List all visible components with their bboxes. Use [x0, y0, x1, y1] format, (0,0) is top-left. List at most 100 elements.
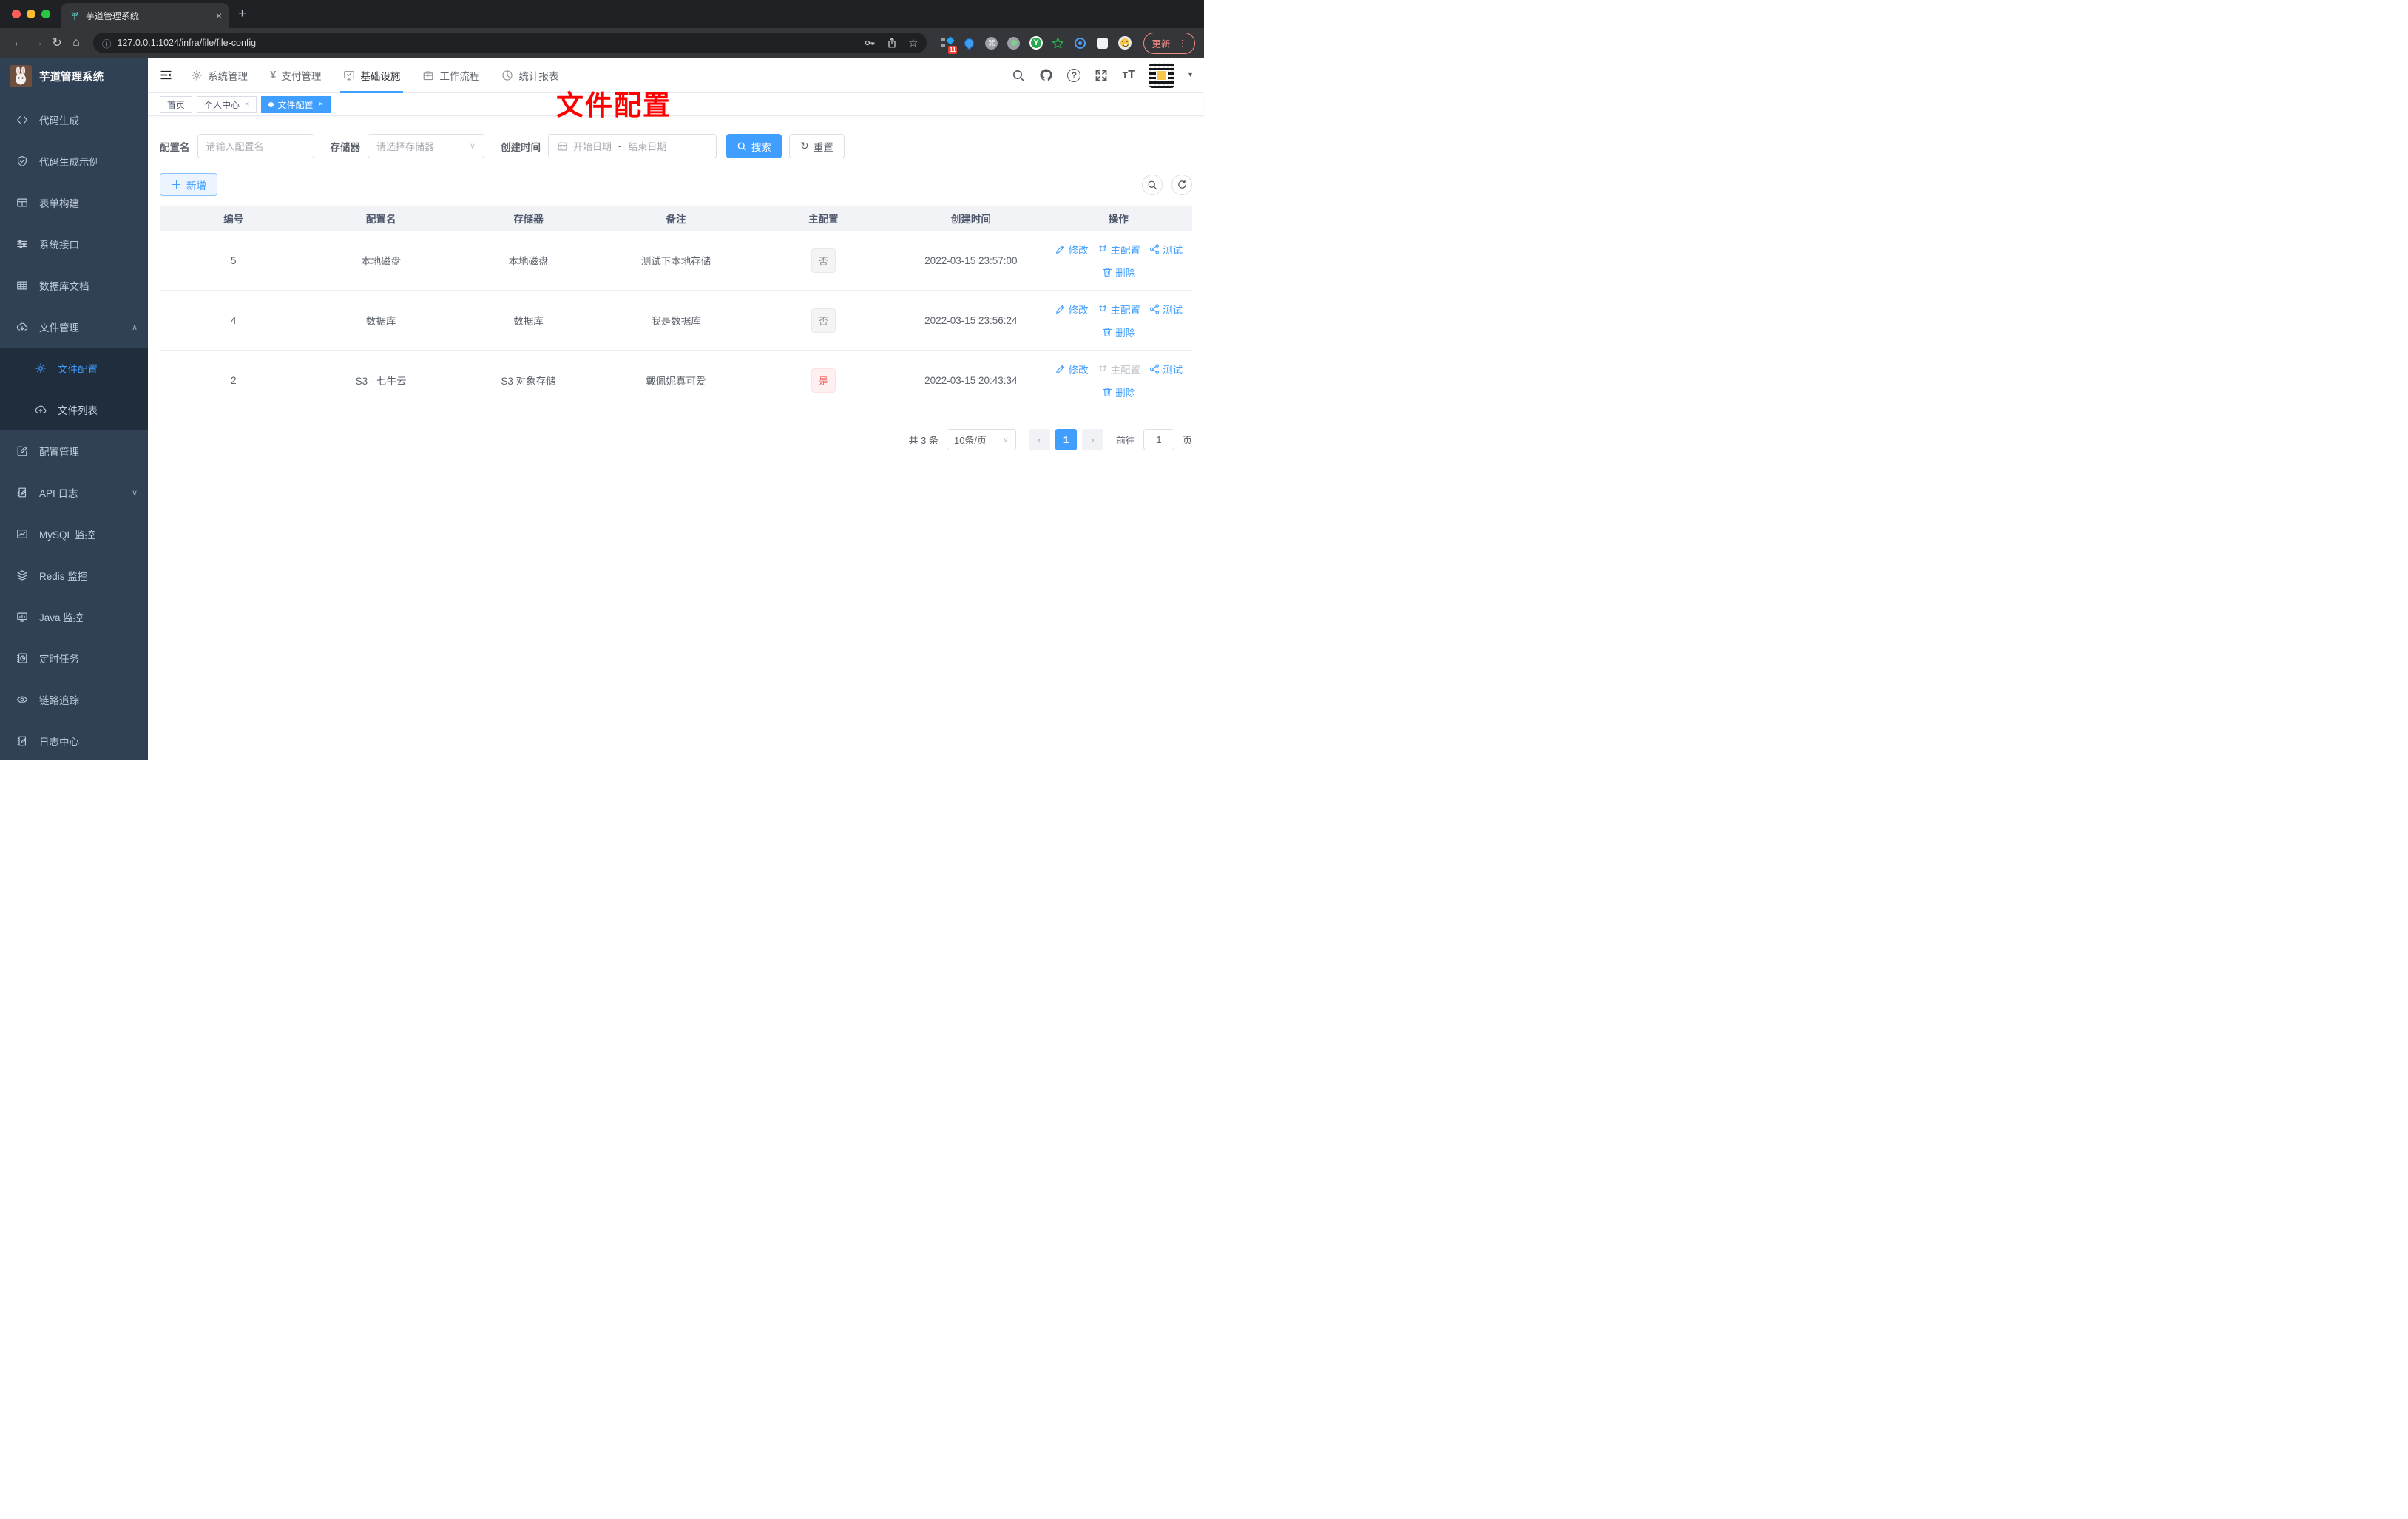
sidebar-item-mysql-monitor[interactable]: MySQL 监控 — [0, 513, 148, 555]
profile-avatar-icon[interactable] — [1117, 36, 1132, 50]
github-icon[interactable] — [1039, 68, 1053, 82]
close-window-button[interactable] — [12, 10, 21, 18]
font-size-icon[interactable]: тT — [1122, 69, 1135, 82]
edit-link[interactable]: 修改 — [1055, 362, 1089, 376]
forward-icon[interactable]: → — [28, 36, 47, 50]
edit-link[interactable]: 修改 — [1055, 302, 1089, 317]
refresh-table-button[interactable] — [1171, 174, 1192, 195]
password-key-icon[interactable] — [864, 37, 876, 49]
top-nav-infra[interactable]: 基础设施 — [332, 58, 411, 93]
bookmark-star-icon[interactable]: ☆ — [908, 36, 918, 50]
help-icon[interactable]: ? — [1067, 68, 1081, 82]
storage-select[interactable]: 请选择存储器 ∨ — [368, 134, 484, 158]
extension-command-icon[interactable]: ⌘ — [984, 36, 998, 50]
sidebar-item-db-doc[interactable]: 数据库文档 — [0, 265, 148, 306]
site-info-icon[interactable]: ⓘ — [102, 36, 112, 50]
fullscreen-icon[interactable] — [1095, 69, 1108, 82]
browser-tab[interactable]: 芋道管理系统 × — [61, 3, 229, 28]
search-icon[interactable] — [1012, 69, 1025, 82]
sidebar-item-code-gen[interactable]: 代码生成 — [0, 99, 148, 141]
tag-view-item[interactable]: 个人中心 × — [197, 95, 257, 113]
sidebar-item-file-list[interactable]: 文件列表 — [0, 389, 148, 430]
reload-icon[interactable]: ↻ — [47, 35, 67, 50]
share-alt-icon — [1149, 303, 1160, 315]
app-title: 芋道管理系统 — [39, 71, 104, 84]
tab-close-icon[interactable]: × — [216, 10, 222, 21]
config-name-input[interactable]: 请输入配置名 — [197, 134, 314, 158]
sidebar-menu: 代码生成 代码生成示例 表单构建 系统接口 数据库文档 文件管理 ∧ 文件配置文件列表配置管理… — [0, 95, 148, 762]
collapse-sidebar-icon[interactable] — [160, 69, 172, 81]
qr-avatar[interactable] — [1149, 62, 1174, 88]
tag-label: 文件配置 — [277, 99, 314, 110]
reset-button[interactable]: ↻ 重置 — [789, 134, 845, 158]
test-link[interactable]: 测试 — [1149, 242, 1183, 257]
sidebar-item-file-config[interactable]: 文件配置 — [0, 348, 148, 389]
cell-id: 2 — [230, 374, 237, 386]
delete-link[interactable]: 删除 — [1101, 325, 1135, 339]
delete-link[interactable]: 删除 — [1101, 385, 1135, 399]
tag-close-icon[interactable]: × — [318, 100, 322, 109]
search-button[interactable]: 搜索 — [726, 134, 782, 158]
sidebar-item-label: 文件列表 — [58, 405, 98, 416]
current-page-button[interactable]: 1 — [1055, 429, 1077, 450]
tag-view-item[interactable]: 首页 — [160, 95, 193, 113]
sidebar-item-job[interactable]: 定时任务 — [0, 637, 148, 679]
pagination: 共 3 条 10条/页 ∨ ‹ 1 › 前往 1 页 — [160, 429, 1192, 450]
browser-menu-icon[interactable]: ⋮ — [1178, 38, 1188, 49]
column-header: 配置名 — [365, 214, 396, 225]
form-icon — [16, 197, 28, 209]
sidebar-item-tracer[interactable]: 链路追踪 — [0, 679, 148, 720]
tag-close-icon[interactable]: × — [245, 100, 249, 109]
back-icon[interactable]: ← — [9, 36, 28, 50]
url-text: 127.0.0.1:1024/infra/file/file-config — [117, 38, 257, 48]
next-page-button[interactable]: › — [1081, 429, 1103, 450]
minimize-window-button[interactable] — [27, 10, 35, 18]
edit-link[interactable]: 修改 — [1055, 242, 1089, 257]
sidebar-item-redis-monitor[interactable]: Redis 监控 — [0, 555, 148, 596]
chevron-down-icon: ∨ — [131, 488, 138, 498]
toggle-search-button[interactable] — [1142, 174, 1163, 195]
prev-page-button[interactable]: ‹ — [1028, 429, 1050, 450]
sidebar-item-code-example[interactable]: 代码生成示例 — [0, 141, 148, 182]
extension-pin-icon[interactable] — [962, 35, 977, 50]
zoom-window-button[interactable] — [41, 10, 50, 18]
sidebar-item-api-log[interactable]: API 日志 ∨ — [0, 472, 148, 513]
home-icon[interactable]: ⌂ — [67, 36, 86, 50]
cell-time: 2022-03-15 23:56:24 — [924, 314, 1018, 326]
master-link[interactable]: 主配置 — [1097, 242, 1140, 257]
delete-link[interactable]: 删除 — [1101, 265, 1135, 280]
extension-y-icon[interactable]: Y — [1029, 36, 1043, 50]
sidebar-item-java-monitor[interactable]: Java 监控 — [0, 596, 148, 637]
extension-puzzle-icon[interactable] — [1095, 36, 1109, 50]
date-range-input[interactable]: 开始日期 - 结束日期 — [548, 134, 717, 158]
goto-page-input[interactable]: 1 — [1143, 429, 1174, 450]
browser-update-button[interactable]: 更新 ⋮ — [1143, 32, 1195, 54]
extension-dot-icon[interactable] — [1007, 36, 1021, 50]
test-link[interactable]: 测试 — [1149, 362, 1183, 376]
address-bar[interactable]: ⓘ 127.0.0.1:1024/infra/file/file-config … — [93, 33, 927, 53]
extension-grid-icon[interactable]: 11 — [940, 35, 958, 54]
sidebar-item-form-builder[interactable]: 表单构建 — [0, 182, 148, 223]
top-nav-pay[interactable]: ¥ 支付管理 — [259, 58, 332, 92]
infra-icon — [343, 70, 355, 81]
chevron-down-icon[interactable]: ▾ — [1188, 71, 1192, 79]
sidebar-item-config-manage[interactable]: 配置管理 — [0, 430, 148, 472]
sidebar-item-system-api[interactable]: 系统接口 — [0, 223, 148, 265]
trash-icon — [1101, 266, 1113, 278]
test-link[interactable]: 测试 — [1149, 302, 1183, 317]
new-tab-button[interactable]: + — [238, 6, 246, 22]
sidebar-item-log-center[interactable]: 日志中心 — [0, 720, 148, 762]
app-logo[interactable]: 芋道管理系统 — [0, 58, 148, 95]
add-button[interactable]: ＋ 新增 — [160, 173, 218, 196]
page-size-select[interactable]: 10条/页 ∨ — [946, 429, 1016, 450]
share-export-icon[interactable] — [886, 37, 898, 49]
master-link[interactable]: 主配置 — [1097, 302, 1140, 317]
extension-star-icon[interactable] — [1051, 36, 1065, 50]
extension-eye-icon[interactable] — [1073, 36, 1087, 50]
top-nav-workflow[interactable]: 工作流程 — [411, 58, 490, 92]
cell-master: 是 — [750, 368, 897, 393]
sidebar-item-file-manage[interactable]: 文件管理 ∧ — [0, 306, 148, 348]
total-count: 共 3 条 — [908, 435, 938, 446]
top-nav-system[interactable]: 系统管理 — [180, 58, 259, 92]
tag-view-item[interactable]: 文件配置 × — [261, 95, 331, 113]
